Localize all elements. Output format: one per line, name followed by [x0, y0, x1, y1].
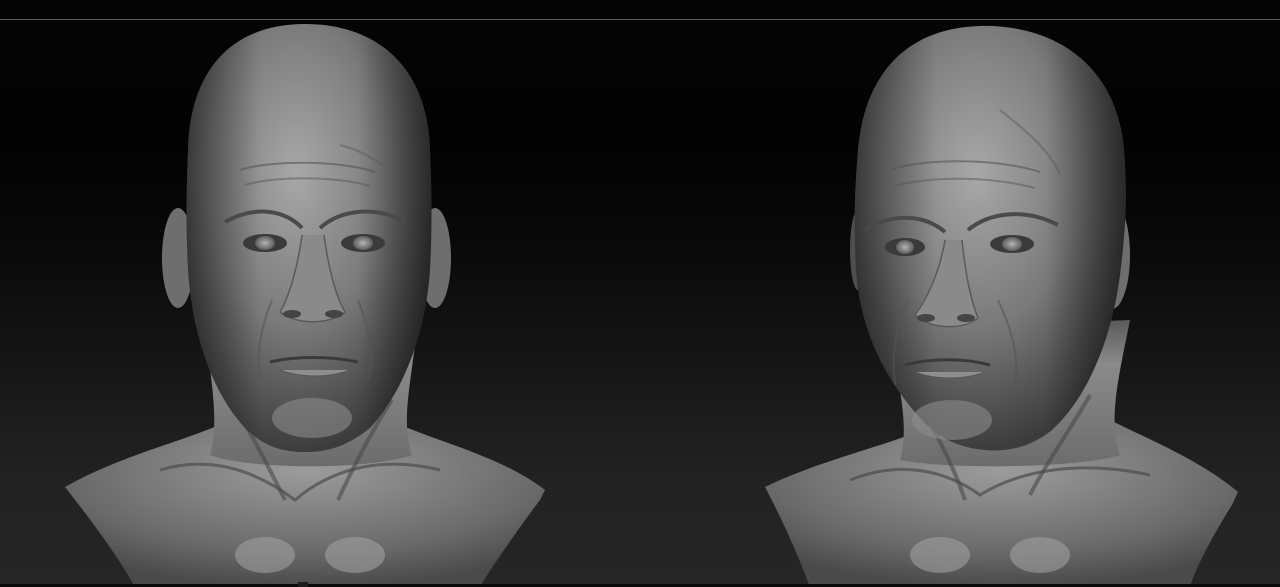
scroll-marker[interactable] [298, 582, 308, 587]
sculpt-viewport[interactable] [0, 0, 1280, 587]
bust-front-icon [65, 24, 545, 587]
bust-three-quarter-view[interactable] [740, 0, 1280, 587]
bust-front-view[interactable] [40, 0, 580, 587]
bust-three-quarter-icon [765, 25, 1238, 587]
